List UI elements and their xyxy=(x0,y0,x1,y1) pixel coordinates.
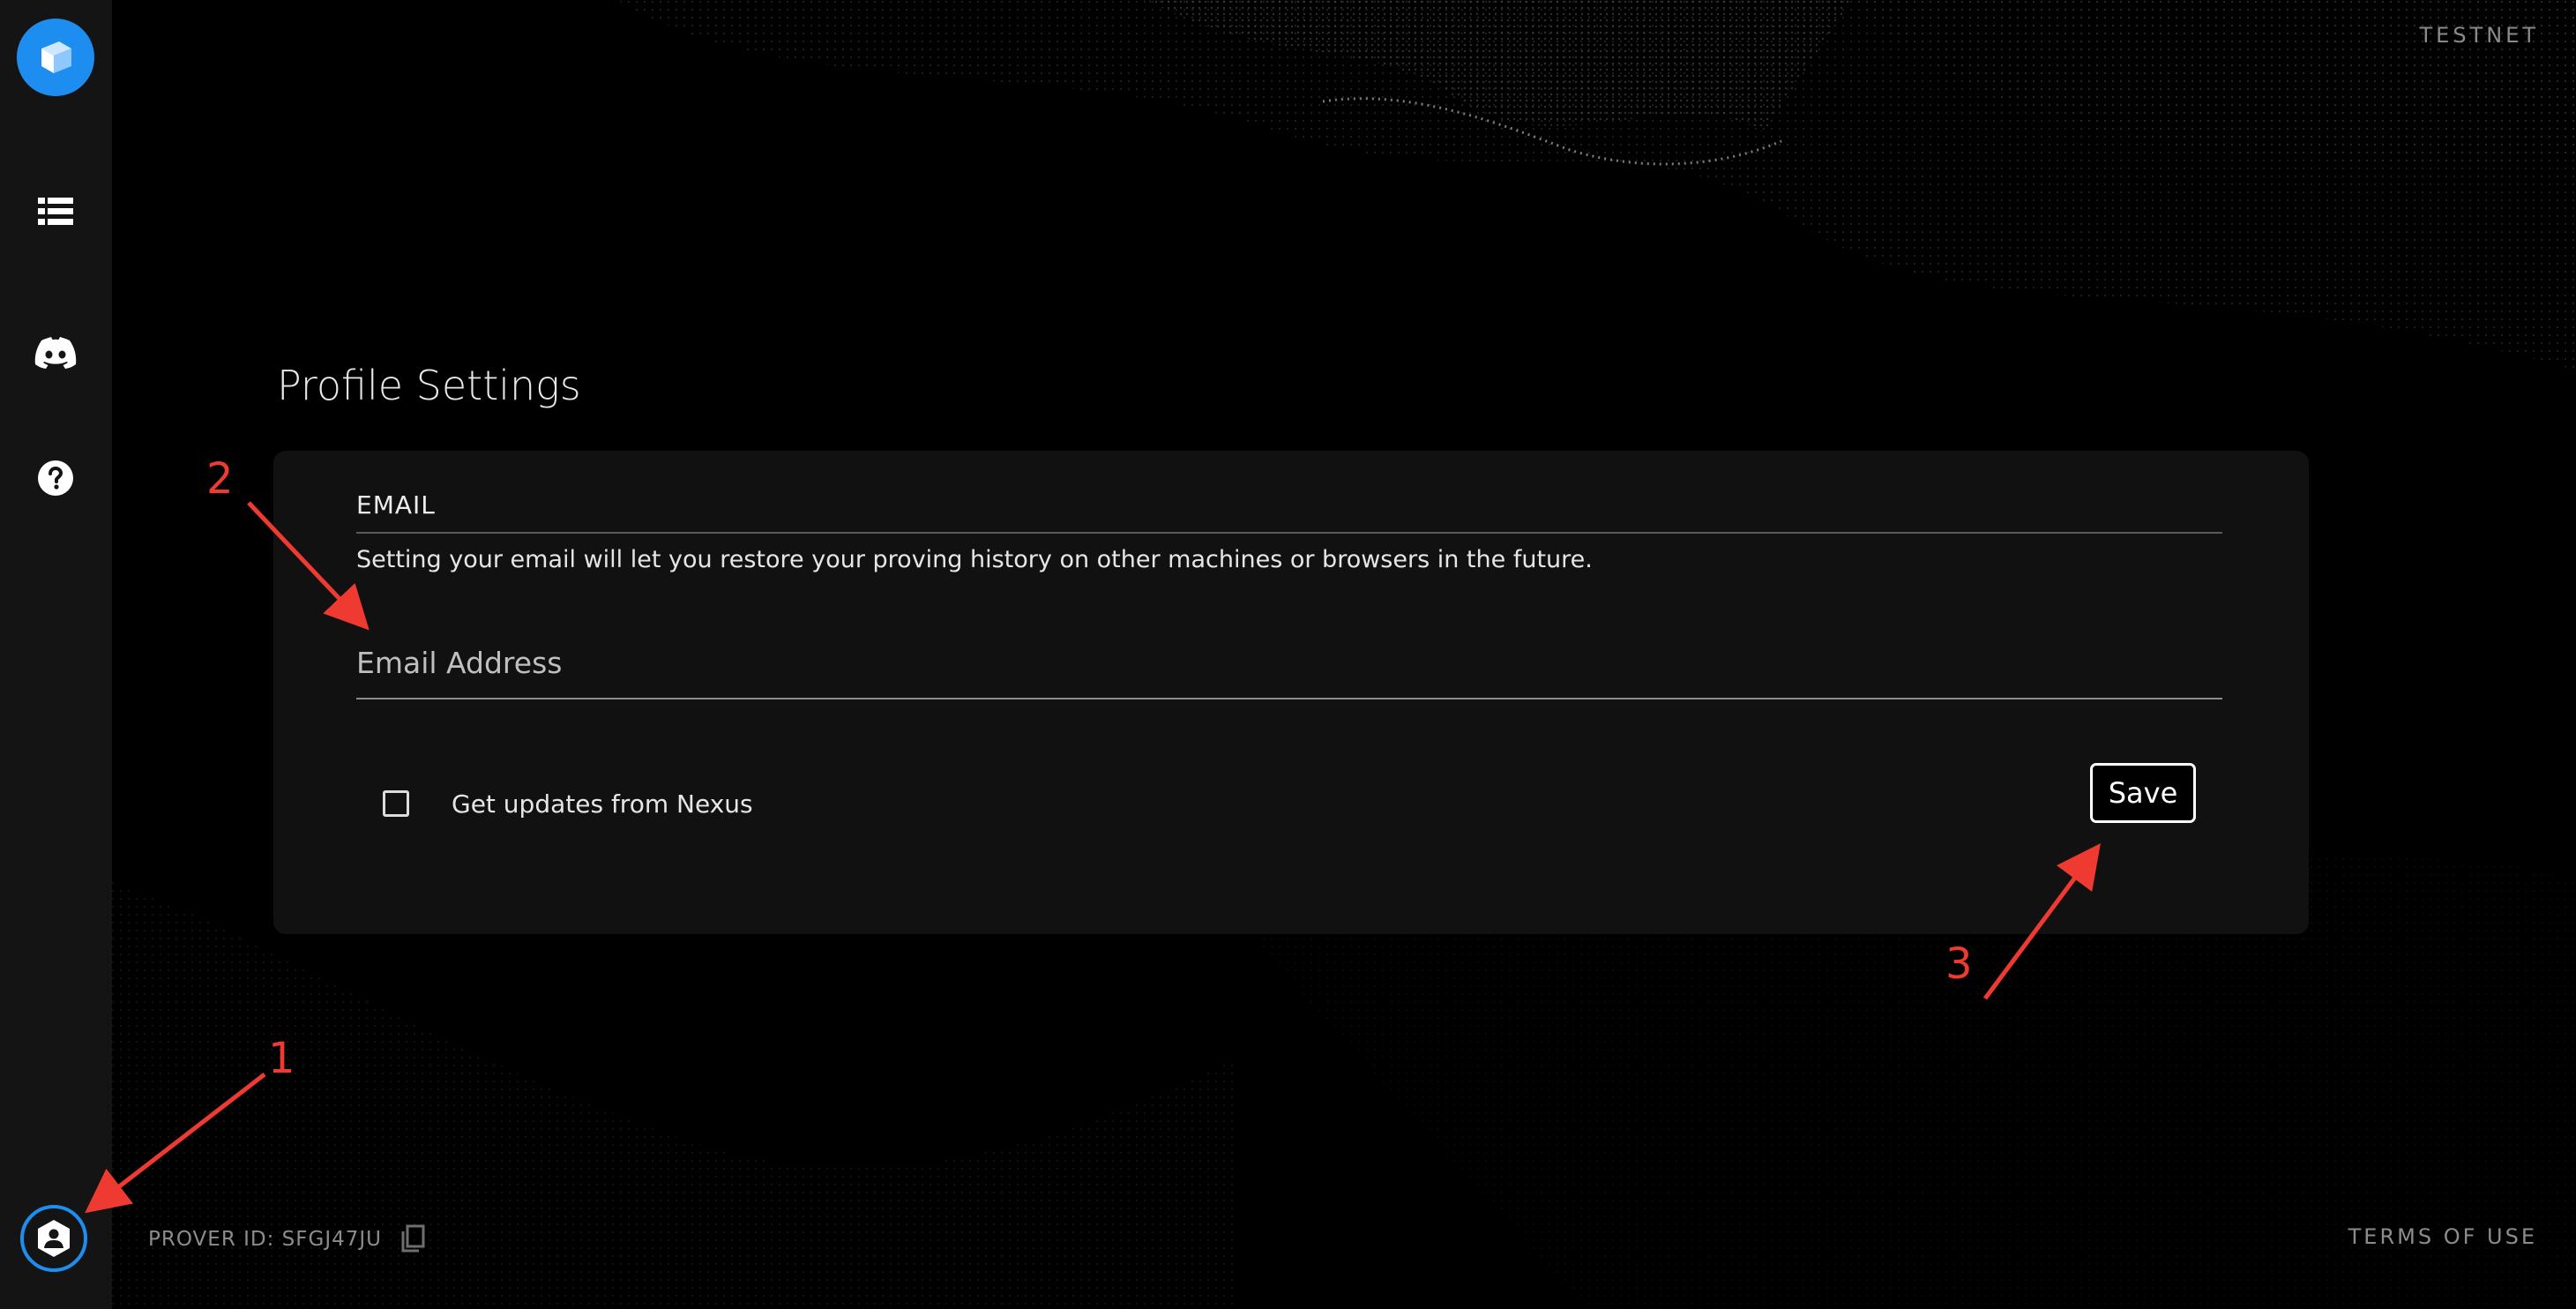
updates-checkbox-row[interactable]: Get updates from Nexus xyxy=(383,777,753,830)
nexus-logo-icon xyxy=(41,41,71,73)
email-input[interactable] xyxy=(356,627,2222,699)
annotation-number-2: 2 xyxy=(206,454,234,504)
sidebar-item-list[interactable] xyxy=(29,185,82,238)
page-title: Profile Settings xyxy=(277,362,581,409)
annotation-number-3: 3 xyxy=(1945,939,1973,989)
profile-settings-card: EMAIL Setting your email will let you re… xyxy=(273,451,2309,934)
updates-checkbox[interactable] xyxy=(383,790,409,817)
email-section-label: EMAIL xyxy=(356,490,436,520)
profile-settings-icon xyxy=(38,1220,70,1257)
list-icon xyxy=(38,198,73,225)
profile-settings-button[interactable] xyxy=(20,1205,87,1272)
terms-of-use-link[interactable]: TERMS OF USE xyxy=(2348,1224,2537,1249)
network-badge: TESTNET xyxy=(2419,23,2539,48)
sidebar xyxy=(0,0,112,1309)
save-button[interactable]: Save xyxy=(2090,763,2196,823)
email-description: Setting your email will let you restore … xyxy=(356,546,1593,573)
nexus-logo-button[interactable] xyxy=(17,19,94,96)
help-icon xyxy=(38,460,73,496)
updates-checkbox-label: Get updates from Nexus xyxy=(452,789,753,819)
copy-icon xyxy=(401,1224,425,1253)
sidebar-item-help[interactable] xyxy=(29,452,82,505)
copy-button[interactable] xyxy=(399,1224,426,1254)
discord-icon xyxy=(34,337,77,369)
section-divider xyxy=(356,532,2222,534)
app-window: TESTNET Profile Settings EMAIL Setting y… xyxy=(0,0,2576,1309)
prover-id-text: PROVER ID: SFGJ47JU xyxy=(148,1228,382,1251)
sidebar-item-discord[interactable] xyxy=(29,326,82,379)
annotation-number-1: 1 xyxy=(268,1034,295,1083)
prover-id-row: PROVER ID: SFGJ47JU xyxy=(148,1224,426,1254)
